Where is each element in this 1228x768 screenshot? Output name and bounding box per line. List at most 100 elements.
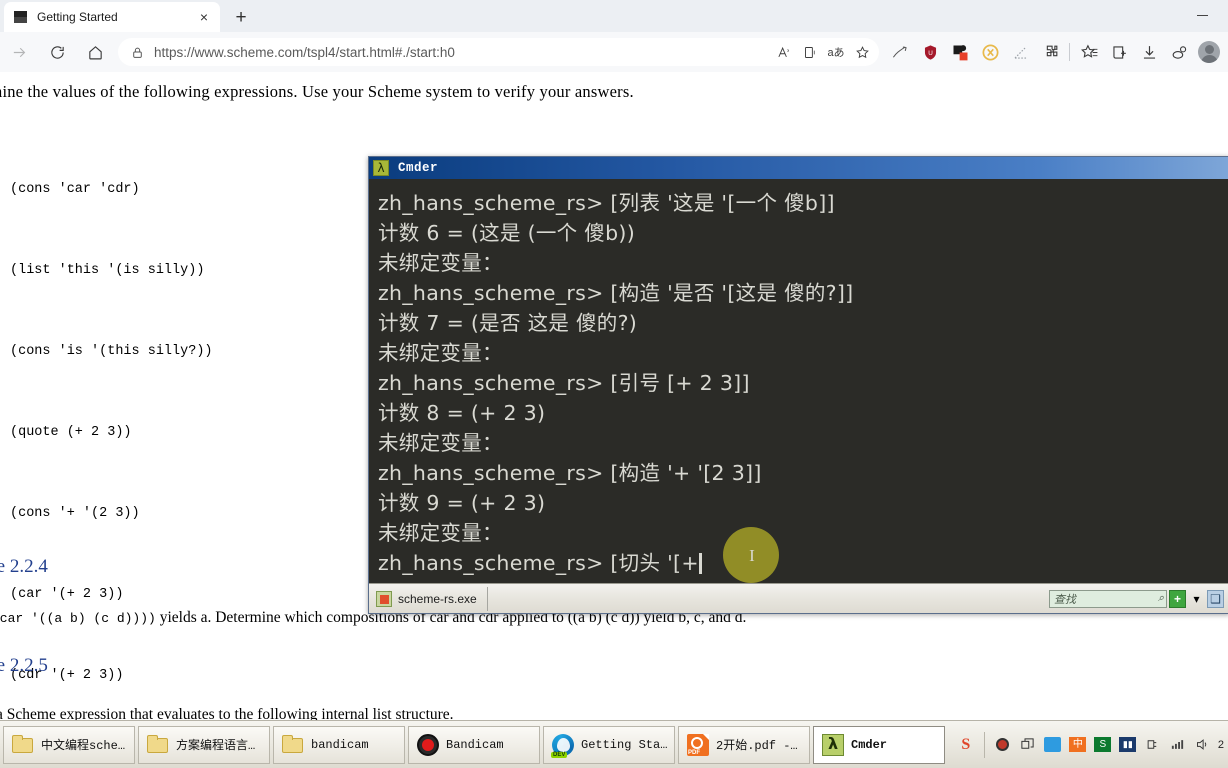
system-tray: S 中 S ▮▮ 2	[956, 721, 1228, 768]
address-bar-url[interactable]: https://www.scheme.com/tspl4/start.html#…	[146, 45, 771, 60]
terminal-prompt-text: zh_hans_scheme_rs> [切头 '[+	[378, 551, 699, 575]
cmder-search-input[interactable]: 查找	[1054, 591, 1158, 607]
home-icon[interactable]	[79, 36, 111, 68]
search-icon[interactable]: ⌕	[1158, 592, 1164, 605]
terminal-prompt-line[interactable]: zh_hans_scheme_rs> [切头 '[+	[378, 548, 1228, 578]
terminal-line: 计数 8 = (+ 2 3)	[378, 401, 546, 425]
terminal-line: 计数 6 = (这是 (一个 傻b))	[378, 221, 636, 245]
console-icon	[376, 590, 392, 607]
terminal-line: 计数 9 = (+ 2 3)	[378, 491, 546, 515]
ruler-extension-icon[interactable]	[1005, 37, 1035, 67]
sogou-tray-icon[interactable]: S	[956, 735, 976, 755]
new-tab-button[interactable]: +	[228, 4, 254, 30]
coin-extension-icon[interactable]	[975, 37, 1005, 67]
taskbar-item-folder-bandicam[interactable]: bandicam	[273, 725, 405, 764]
toolbar-divider	[1069, 43, 1070, 61]
address-bar[interactable]: https://www.scheme.com/tspl4/start.html#…	[118, 38, 879, 66]
taskbar-item-cmder[interactable]: Cmder	[813, 725, 945, 764]
taskbar-item-bandicam-app[interactable]: Bandicam	[408, 725, 540, 764]
cmder-window[interactable]: λ Cmder zh_hans_scheme_rs> [列表 '这是 '[一个 …	[368, 156, 1228, 614]
read-aloud-icon[interactable]	[771, 40, 797, 64]
bandicam-icon	[415, 732, 441, 758]
cmder-restore-button[interactable]: ❑	[1207, 589, 1224, 608]
taskbar-item-folder-lang[interactable]: 方案编程语言…	[138, 725, 270, 764]
keyboard-tray-icon[interactable]: ▮▮	[1118, 735, 1138, 755]
add-favorite-icon[interactable]	[849, 40, 875, 64]
exercise-244-code: (car '((a b) (c d))))	[0, 611, 156, 626]
code-line: (car '(+ 2 3))	[10, 587, 124, 602]
taskbar-clock[interactable]: 2	[1218, 739, 1224, 751]
taskbar-item-label: Cmder	[851, 737, 888, 752]
svg-text:U: U	[928, 49, 933, 56]
cmder-title-bar[interactable]: λ Cmder	[369, 157, 1228, 179]
shield-extension-icon[interactable]: U	[915, 37, 945, 67]
record-tray-icon[interactable]	[993, 735, 1013, 755]
tab-strip: Getting Started × +	[0, 0, 1228, 32]
taskbar-item-label: Getting Star...	[581, 737, 668, 752]
browser-chrome: Getting Started × + https://www.scheme.c…	[0, 0, 1228, 72]
cmder-new-tab-button[interactable]: +	[1169, 589, 1186, 608]
screen: Getting Started × + https://www.scheme.c…	[0, 0, 1228, 768]
taskbar-item-edge-getting-started[interactable]: DEV Getting Star...	[543, 725, 675, 764]
volume-tray-icon[interactable]	[1193, 735, 1213, 755]
windows-tray-icon[interactable]	[1018, 735, 1038, 755]
taskbar-item-label: 方案编程语言…	[176, 739, 256, 753]
terminal-line: 未绑定变量：	[378, 431, 503, 455]
cmder-tab-bar-right: 查找 ⌕ + ▾ ❑	[1049, 589, 1226, 608]
forward-arrow-icon[interactable]	[3, 36, 35, 68]
folder-icon	[280, 732, 306, 758]
network-tray-icon[interactable]	[1168, 735, 1188, 755]
collections-icon[interactable]	[1104, 37, 1134, 67]
cmder-window-title: Cmder	[398, 161, 439, 175]
lock-icon	[128, 46, 146, 59]
screenshot-extension-icon[interactable]	[945, 37, 975, 67]
terminal-line: zh_hans_scheme_rs> [构造 '是否 '[这是 傻的?]]	[378, 281, 854, 305]
plug-tray-icon[interactable]	[1143, 735, 1163, 755]
ime-chinese-tray-icon[interactable]: 中	[1068, 735, 1088, 755]
terminal-line: 未绑定变量：	[378, 521, 503, 545]
pdf-icon: PDF	[685, 732, 711, 758]
cmder-search-box[interactable]: 查找 ⌕	[1049, 589, 1167, 608]
immersive-reader-icon[interactable]	[797, 40, 823, 64]
favorites-icon[interactable]	[1074, 37, 1104, 67]
cmder-tab-scheme-rs[interactable]: scheme-rs.exe	[372, 586, 488, 611]
edge-icon: DEV	[550, 732, 576, 758]
terminal-line: 计数 7 = (是否 这是 傻的?)	[378, 311, 638, 335]
exercise-245-heading: ise 2.2.5	[0, 655, 48, 676]
folder-icon	[145, 732, 171, 758]
cmder-tab-label: scheme-rs.exe	[398, 591, 477, 606]
text-cursor-icon: I	[749, 546, 755, 565]
taskbar-item-label: 2开始.pdf - ...	[716, 739, 803, 753]
downloads-icon[interactable]	[1134, 37, 1164, 67]
chevron-down-icon[interactable]: ▾	[1188, 590, 1205, 608]
lambda-icon: λ	[373, 160, 389, 176]
refresh-icon[interactable]	[41, 36, 73, 68]
cmder-icon	[820, 732, 846, 758]
code-line: (cons 'is '(this silly?))	[10, 344, 213, 359]
close-icon[interactable]: ×	[194, 7, 214, 27]
sogou-ime-tray-icon[interactable]: S	[1093, 735, 1113, 755]
code-line: (cdr '(+ 2 3))	[10, 668, 124, 683]
puzzle-extensions-icon[interactable]	[1035, 37, 1065, 67]
exercise-244-heading: ise 2.2.4	[0, 556, 48, 577]
browser-tab[interactable]: Getting Started ×	[4, 2, 220, 32]
translate-extension-icon[interactable]	[885, 37, 915, 67]
terminal-line: 未绑定变量：	[378, 251, 503, 275]
folder-icon	[10, 732, 36, 758]
windows-taskbar: 中文编程scheme 方案编程语言… bandicam Bandicam DEV…	[0, 720, 1228, 768]
minimize-button[interactable]	[1180, 2, 1224, 28]
exercise-245-paragraph: a Scheme expression that evaluates to th…	[0, 706, 454, 720]
taskbar-item-folder-scheme[interactable]: 中文编程scheme	[3, 725, 135, 764]
code-line: (cons 'car 'cdr)	[10, 182, 140, 197]
cmder-tab-bar: scheme-rs.exe 查找 ⌕ + ▾ ❑	[369, 583, 1228, 613]
blue-app-tray-icon[interactable]	[1043, 735, 1063, 755]
taskbar-item-label: bandicam	[311, 737, 369, 752]
browser-essentials-icon[interactable]	[1164, 37, 1194, 67]
profile-avatar[interactable]	[1194, 37, 1224, 67]
cmder-terminal[interactable]: zh_hans_scheme_rs> [列表 '这是 '[一个 傻b]] 计数 …	[369, 179, 1228, 583]
taskbar-item-pdf[interactable]: PDF 2开始.pdf - ...	[678, 725, 810, 764]
translate-icon[interactable]: aあ	[823, 40, 849, 64]
page-intro-text: nine the values of the following express…	[0, 82, 634, 101]
tab-title: Getting Started	[37, 10, 118, 24]
terminal-line: zh_hans_scheme_rs> [引号 [+ 2 3]]	[378, 371, 750, 395]
